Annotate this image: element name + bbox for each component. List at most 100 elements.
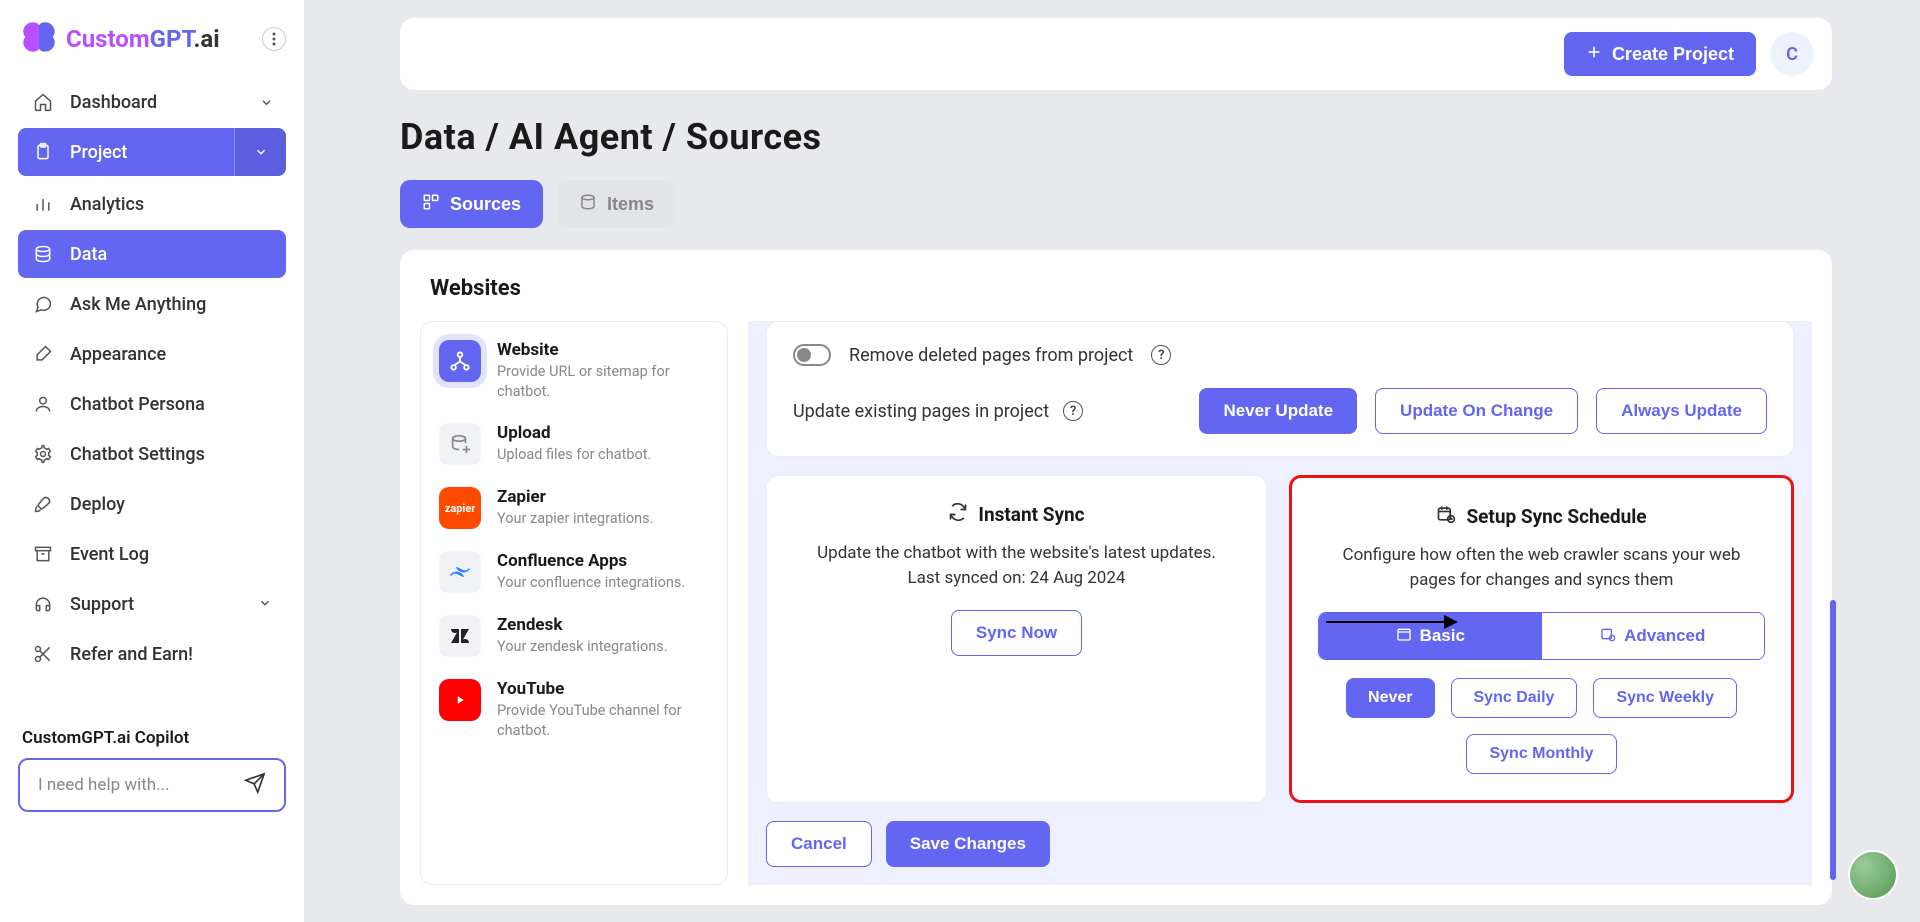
schedule-title: Setup Sync Schedule bbox=[1466, 505, 1646, 528]
source-youtube-name: YouTube bbox=[497, 679, 709, 699]
source-zendesk[interactable]: ZendeskYour zendesk integrations. bbox=[439, 615, 709, 657]
source-youtube-desc: Provide YouTube channel for chatbot. bbox=[497, 701, 709, 740]
nav-settings-label: Chatbot Settings bbox=[70, 444, 205, 465]
nav-persona[interactable]: Chatbot Persona bbox=[18, 380, 286, 428]
copilot-label: CustomGPT.ai Copilot bbox=[18, 728, 286, 748]
source-confluence-name: Confluence Apps bbox=[497, 551, 685, 571]
source-youtube[interactable]: YouTubeProvide YouTube channel for chatb… bbox=[439, 679, 709, 740]
info-icon[interactable]: ? bbox=[1063, 401, 1083, 421]
nav-data[interactable]: Data bbox=[18, 230, 286, 278]
nav-ask[interactable]: Ask Me Anything bbox=[18, 280, 286, 328]
daily-chip[interactable]: Sync Daily bbox=[1451, 678, 1578, 718]
nav-eventlog[interactable]: Event Log bbox=[18, 530, 286, 578]
schedule-mode-segmented: Basic Advanced bbox=[1318, 612, 1765, 660]
upload-db-icon bbox=[439, 423, 481, 465]
main: Create Project C Data / AI Agent / Sourc… bbox=[312, 0, 1920, 922]
topbar: Create Project C bbox=[400, 18, 1832, 90]
brand-ai: .ai bbox=[193, 25, 219, 53]
gear-icon bbox=[32, 444, 54, 464]
nav-dashboard[interactable]: Dashboard bbox=[18, 78, 286, 126]
brain-icon bbox=[18, 18, 60, 60]
sync-now-button[interactable]: Sync Now bbox=[951, 610, 1082, 656]
source-confluence[interactable]: Confluence AppsYour confluence integrati… bbox=[439, 551, 709, 593]
nav-deploy[interactable]: Deploy bbox=[18, 480, 286, 528]
nav-appearance[interactable]: Appearance bbox=[18, 330, 286, 378]
source-upload-name: Upload bbox=[497, 423, 651, 443]
brush-icon bbox=[32, 344, 54, 364]
user-avatar[interactable]: C bbox=[1770, 32, 1814, 76]
brand-custom: Custom bbox=[66, 25, 150, 53]
info-icon[interactable]: ? bbox=[1151, 345, 1171, 365]
never-update-button[interactable]: Never Update bbox=[1199, 388, 1357, 434]
archive-icon bbox=[32, 544, 54, 564]
scrollbar[interactable] bbox=[1830, 600, 1836, 880]
schedule-frequency-chips: Never Sync Daily Sync Weekly Sync Monthl… bbox=[1318, 678, 1765, 774]
copilot-input[interactable]: I need help with... bbox=[18, 758, 286, 812]
chat-widget-avatar[interactable] bbox=[1848, 850, 1898, 900]
plus-icon bbox=[1586, 44, 1602, 65]
home-icon bbox=[32, 92, 54, 112]
bar-chart-icon bbox=[32, 194, 54, 214]
panel-title: Websites bbox=[400, 276, 1832, 321]
copilot-placeholder: I need help with... bbox=[38, 775, 170, 795]
nav-support[interactable]: Support bbox=[18, 580, 286, 628]
headset-icon bbox=[32, 594, 54, 614]
chevron-down-icon bbox=[258, 594, 272, 615]
source-website-name: Website bbox=[497, 340, 709, 360]
update-on-change-button[interactable]: Update On Change bbox=[1375, 388, 1578, 434]
monthly-chip[interactable]: Sync Monthly bbox=[1466, 734, 1616, 774]
instant-sync-card: Instant Sync Update the chatbot with the… bbox=[766, 475, 1267, 803]
brand-logo[interactable]: CustomGPT.ai bbox=[18, 18, 220, 60]
panel-body: WebsiteProvide URL or sitemap for chatbo… bbox=[400, 321, 1832, 905]
update-mode-buttons: Never Update Update On Change Always Upd… bbox=[1199, 388, 1767, 434]
action-row: Cancel Save Changes bbox=[766, 821, 1794, 867]
always-update-button[interactable]: Always Update bbox=[1596, 388, 1767, 434]
nav-data-label: Data bbox=[70, 244, 107, 265]
sitemap-icon bbox=[439, 340, 481, 382]
advanced-tab[interactable]: Advanced bbox=[1542, 613, 1765, 659]
update-existing-label: Update existing pages in project bbox=[793, 401, 1049, 422]
update-settings-card: Remove deleted pages from project ? Upda… bbox=[766, 321, 1794, 457]
source-zapier[interactable]: zapier ZapierYour zapier integrations. bbox=[439, 487, 709, 529]
project-chevron-box[interactable] bbox=[234, 128, 286, 176]
user-gear-icon bbox=[32, 394, 54, 414]
source-list: WebsiteProvide URL or sitemap for chatbo… bbox=[420, 321, 728, 885]
nav-appearance-label: Appearance bbox=[70, 344, 166, 365]
never-chip[interactable]: Never bbox=[1346, 678, 1434, 718]
nav-refer[interactable]: Refer and Earn! bbox=[18, 630, 286, 678]
create-project-label: Create Project bbox=[1612, 44, 1734, 65]
cancel-button[interactable]: Cancel bbox=[766, 821, 872, 867]
source-upload[interactable]: UploadUpload files for chatbot. bbox=[439, 423, 709, 465]
send-icon[interactable] bbox=[244, 772, 266, 799]
tab-items[interactable]: Items bbox=[557, 180, 676, 228]
tab-sources[interactable]: Sources bbox=[400, 180, 543, 228]
nav-project[interactable]: Project bbox=[18, 128, 286, 176]
brand-gpt: GPT bbox=[150, 25, 194, 53]
nav-eventlog-label: Event Log bbox=[70, 544, 149, 565]
update-existing-row: Update existing pages in project ? Never… bbox=[793, 388, 1767, 434]
source-confluence-desc: Your confluence integrations. bbox=[497, 573, 685, 593]
chevron-down-icon bbox=[255, 95, 276, 109]
items-icon bbox=[579, 193, 597, 216]
save-changes-button[interactable]: Save Changes bbox=[886, 821, 1050, 867]
source-upload-desc: Upload files for chatbot. bbox=[497, 445, 651, 465]
nav-analytics[interactable]: Analytics bbox=[18, 180, 286, 228]
tab-items-label: Items bbox=[607, 194, 654, 215]
source-zendesk-name: Zendesk bbox=[497, 615, 668, 635]
nav-analytics-label: Analytics bbox=[70, 194, 144, 215]
sidebar-more-icon[interactable] bbox=[262, 27, 286, 51]
sidebar: CustomGPT.ai Dashboard Project Analytics… bbox=[0, 0, 304, 922]
confluence-icon bbox=[439, 551, 481, 593]
nav-ask-label: Ask Me Anything bbox=[70, 294, 206, 315]
nav-persona-label: Chatbot Persona bbox=[70, 394, 205, 415]
nav: Dashboard Project Analytics Data Ask Me … bbox=[18, 78, 286, 678]
nav-settings[interactable]: Chatbot Settings bbox=[18, 430, 286, 478]
create-project-button[interactable]: Create Project bbox=[1564, 32, 1756, 76]
schedule-desc: Configure how often the web crawler scan… bbox=[1318, 543, 1765, 592]
source-website[interactable]: WebsiteProvide URL or sitemap for chatbo… bbox=[439, 340, 709, 401]
nav-project-label: Project bbox=[70, 142, 127, 163]
weekly-chip[interactable]: Sync Weekly bbox=[1593, 678, 1737, 718]
remove-deleted-toggle[interactable] bbox=[793, 344, 831, 366]
source-zapier-name: Zapier bbox=[497, 487, 653, 507]
calendar-clock-icon bbox=[1600, 626, 1616, 647]
